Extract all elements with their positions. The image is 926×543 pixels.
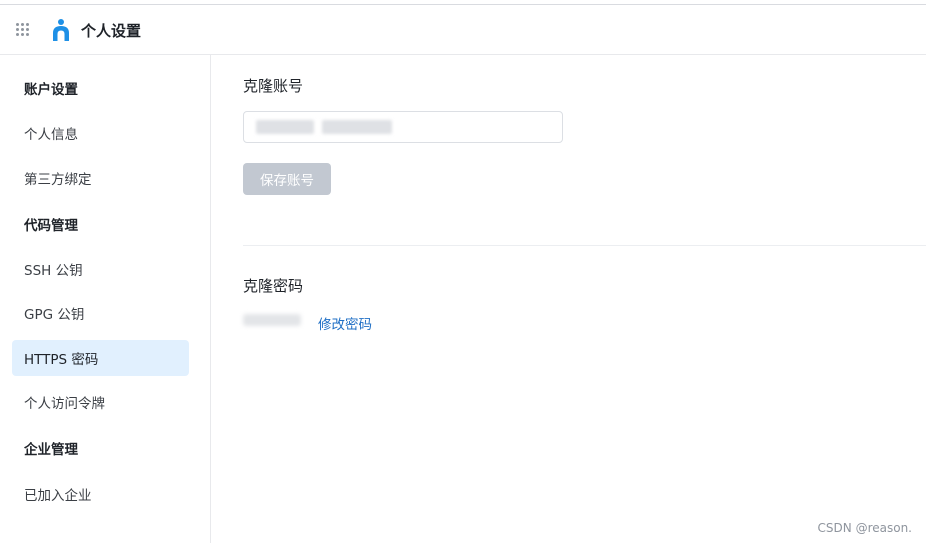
redacted-password bbox=[243, 314, 301, 326]
change-password-link[interactable]: 修改密码 bbox=[318, 313, 372, 333]
page-title: 个人设置 bbox=[81, 22, 142, 40]
watermark: CSDN @reason. bbox=[817, 521, 912, 535]
section-divider bbox=[243, 245, 926, 246]
sidebar-group-enterprise: 企业管理 bbox=[24, 442, 78, 458]
person-logo-icon[interactable] bbox=[51, 18, 71, 42]
settings-content: 克隆账号 保存账号 克隆密码 修改密码 bbox=[243, 55, 926, 543]
sidebar-group-account: 账户设置 bbox=[24, 82, 78, 98]
apps-grid-icon[interactable] bbox=[16, 23, 30, 37]
save-account-button[interactable]: 保存账号 bbox=[243, 163, 331, 195]
sidebar-item-gpg-keys[interactable]: GPG 公钥 bbox=[12, 295, 189, 331]
sidebar-item-https-password[interactable]: HTTPS 密码 bbox=[12, 340, 189, 376]
redacted-text bbox=[322, 120, 392, 134]
sidebar-item-access-tokens[interactable]: 个人访问令牌 bbox=[12, 384, 189, 420]
redacted-text bbox=[256, 120, 314, 134]
sidebar-item-ssh-keys[interactable]: SSH 公钥 bbox=[12, 251, 189, 287]
clone-account-title: 克隆账号 bbox=[243, 77, 304, 95]
settings-sidebar: 账户设置 个人信息 第三方绑定 代码管理 SSH 公钥 GPG 公钥 HTTPS… bbox=[0, 55, 211, 543]
sidebar-item-third-party-binding[interactable]: 第三方绑定 bbox=[12, 160, 189, 196]
sidebar-item-profile[interactable]: 个人信息 bbox=[12, 115, 189, 151]
page-header: 个人设置 bbox=[0, 5, 926, 55]
clone-account-input[interactable] bbox=[243, 111, 563, 143]
sidebar-group-code-management: 代码管理 bbox=[24, 218, 78, 234]
sidebar-item-joined-enterprises[interactable]: 已加入企业 bbox=[12, 476, 189, 512]
clone-password-title: 克隆密码 bbox=[243, 277, 304, 295]
